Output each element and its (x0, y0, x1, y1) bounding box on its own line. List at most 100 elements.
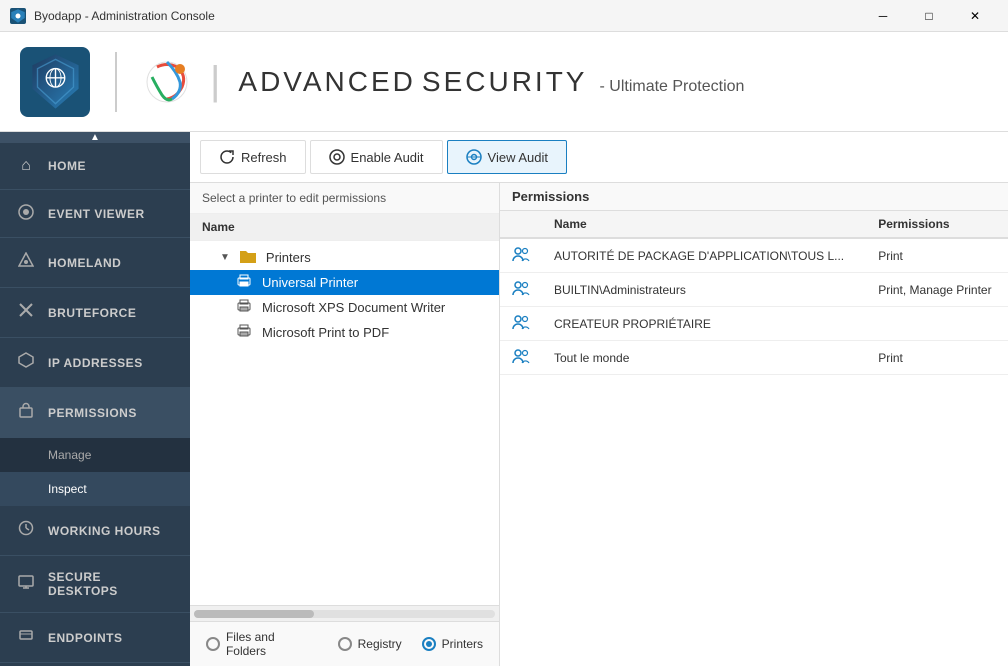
user-icon-cell-4 (500, 341, 542, 375)
user-group-icon-4 (512, 348, 530, 364)
sidebar-label-endpoints: ENDPOINTS (48, 631, 123, 645)
printer-icon-xps (236, 299, 252, 316)
tree-item-xps-label: Microsoft XPS Document Writer (262, 300, 445, 315)
sidebar-label-working-hours: WORKING HOURS (48, 524, 161, 538)
sidebar-item-endpoints[interactable]: ENDPOINTS (0, 613, 190, 663)
sidebar-submenu-inspect[interactable]: Inspect (0, 472, 190, 506)
radio-printers-label: Printers (442, 637, 483, 651)
sidebar-submenu: Manage Inspect (0, 438, 190, 506)
user-group-icon-2 (512, 280, 530, 296)
printer-icon-universal (236, 274, 252, 291)
sidebar-scroll-up[interactable]: ▲ (0, 132, 190, 143)
sidebar-label-event-viewer: EVENT VIEWER (48, 207, 145, 221)
brand-name-container: ADVANCED SECURITY - Ultimate Protection (238, 66, 744, 98)
maximize-button[interactable]: □ (906, 0, 952, 32)
refresh-icon (219, 149, 235, 165)
user-group-icon-1 (512, 246, 530, 262)
printer-icon-pdf (236, 324, 252, 341)
sidebar-label-bruteforce: BRUTEFORCE (48, 306, 136, 320)
main-panel: Refresh Enable Audit View Audit (190, 132, 1008, 666)
sidebar-item-ip-addresses[interactable]: IP ADDRESSES (0, 338, 190, 388)
endpoints-icon (16, 627, 36, 648)
tree-column-header: Name (190, 214, 499, 241)
radio-registry-label: Registry (358, 637, 402, 651)
permission-name-4: Tout le monde (542, 341, 866, 375)
header-divider (115, 52, 117, 112)
permission-value-2: Print, Manage Printer (866, 273, 1008, 307)
app-container: | ADVANCED SECURITY - Ultimate Protectio… (0, 32, 1008, 666)
sidebar-item-event-viewer[interactable]: EVENT VIEWER (0, 190, 190, 238)
tree-item-universal-printer[interactable]: Universal Printer (190, 270, 499, 295)
permissions-icon (16, 402, 36, 423)
col-name: Name (542, 211, 866, 238)
radio-printers[interactable]: Printers (422, 637, 483, 651)
permission-row-2[interactable]: BUILTIN\Administrateurs Print, Manage Pr… (500, 273, 1008, 307)
brand-globe-icon (142, 57, 192, 107)
user-icon-cell-3 (500, 307, 542, 341)
col-icon (500, 211, 542, 238)
titlebar: Byodapp - Administration Console ─ □ ✕ (0, 0, 1008, 32)
permission-value-1: Print (866, 238, 1008, 273)
permission-name-2: BUILTIN\Administrateurs (542, 273, 866, 307)
content-area: ▲ ⌂ HOME EVENT VIEWER HOMELAND (0, 132, 1008, 666)
folder-icon (240, 249, 256, 266)
permission-name-3: CREATEUR PROPRIÉTAIRE (542, 307, 866, 341)
brand-name-part2: SECURITY (422, 66, 588, 98)
user-group-icon-3 (512, 314, 530, 330)
scrollbar-thumb[interactable] (194, 610, 314, 618)
sidebar-label-ip-addresses: IP ADDRESSES (48, 356, 143, 370)
expand-icon: ▼ (220, 252, 230, 263)
header: | ADVANCED SECURITY - Ultimate Protectio… (0, 32, 1008, 132)
view-audit-icon (466, 149, 482, 165)
view-audit-button[interactable]: View Audit (447, 140, 567, 174)
user-icon-cell-2 (500, 273, 542, 307)
permission-row-3[interactable]: CREATEUR PROPRIÉTAIRE (500, 307, 1008, 341)
sidebar-item-bruteforce[interactable]: BRUTEFORCE (0, 288, 190, 338)
secure-desktops-icon (16, 574, 36, 595)
bruteforce-icon (16, 302, 36, 323)
logo-shield (20, 47, 90, 117)
permission-name-1: AUTORITÉ DE PACKAGE D'APPLICATION\TOUS L… (542, 238, 866, 273)
sidebar-item-homeland[interactable]: HOMELAND (0, 238, 190, 288)
tree-item-print-to-pdf-label: Microsoft Print to PDF (262, 325, 389, 340)
permission-row-4[interactable]: Tout le monde Print (500, 341, 1008, 375)
sidebar-submenu-manage[interactable]: Manage (0, 438, 190, 472)
titlebar-controls: ─ □ ✕ (860, 0, 998, 32)
enable-audit-label: Enable Audit (351, 150, 424, 165)
view-audit-label: View Audit (488, 150, 548, 165)
sidebar-label-secure-desktops: SECURE DESKTOPS (48, 570, 174, 598)
tree-item-xps-writer[interactable]: Microsoft XPS Document Writer (190, 295, 499, 320)
shield-svg (28, 52, 83, 112)
radio-circle-registry (338, 637, 352, 651)
close-button[interactable]: ✕ (952, 0, 998, 32)
panel-body: Select a printer to edit permissions Nam… (190, 183, 1008, 666)
sidebar-item-working-hours[interactable]: WORKING HOURS (0, 506, 190, 556)
scrollbar-track (194, 610, 495, 618)
sidebar-label-home: HOME (48, 159, 86, 173)
brand-subtitle: - Ultimate Protection (599, 78, 744, 96)
tree-item-printers-folder[interactable]: ▼ Printers (190, 245, 499, 270)
refresh-button[interactable]: Refresh (200, 140, 306, 174)
sidebar-item-home[interactable]: ⌂ HOME (0, 143, 190, 190)
tree-item-printers-label: Printers (266, 250, 311, 265)
radio-files-folders[interactable]: Files and Folders (206, 630, 318, 658)
sidebar: ▲ ⌂ HOME EVENT VIEWER HOMELAND (0, 132, 190, 666)
toolbar: Refresh Enable Audit View Audit (190, 132, 1008, 183)
titlebar-left: Byodapp - Administration Console (10, 8, 215, 24)
minimize-button[interactable]: ─ (860, 0, 906, 32)
working-hours-icon (16, 520, 36, 541)
event-viewer-icon (16, 204, 36, 223)
permission-row-1[interactable]: AUTORITÉ DE PACKAGE D'APPLICATION\TOUS L… (500, 238, 1008, 273)
brand-divider-line: | (210, 59, 220, 104)
sidebar-item-permissions[interactable]: PERMISSIONS (0, 388, 190, 438)
tree-item-print-to-pdf[interactable]: Microsoft Print to PDF (190, 320, 499, 345)
window-title: Byodapp - Administration Console (34, 9, 215, 23)
enable-audit-button[interactable]: Enable Audit (310, 140, 443, 174)
radio-circle-files (206, 637, 220, 651)
pane-header-text: Select a printer to edit permissions (190, 183, 499, 214)
refresh-label: Refresh (241, 150, 287, 165)
sidebar-item-secure-desktops[interactable]: SECURE DESKTOPS (0, 556, 190, 613)
sidebar-label-permissions: PERMISSIONS (48, 406, 137, 420)
horizontal-scrollbar[interactable] (190, 605, 499, 621)
radio-registry[interactable]: Registry (338, 637, 402, 651)
